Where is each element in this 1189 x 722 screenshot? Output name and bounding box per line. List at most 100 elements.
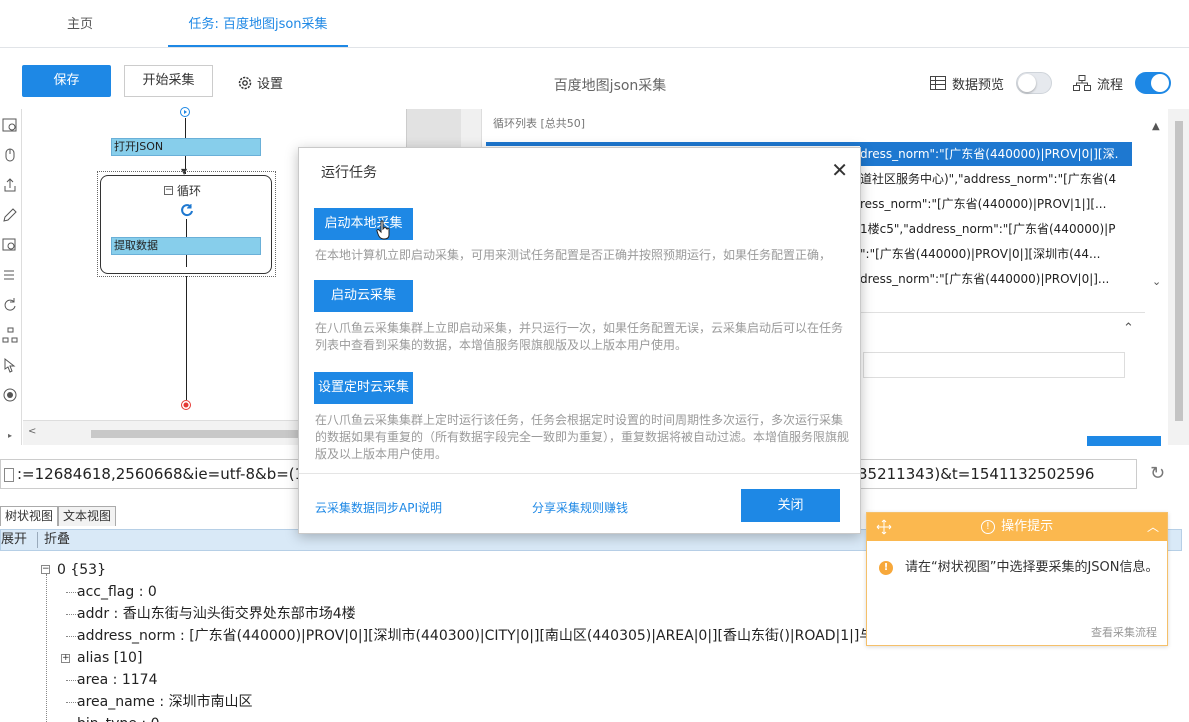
loop-row[interactable]: 1楼c5","address_norm":"[广东省(440000)|P: [860, 217, 1132, 241]
cursor-icon[interactable]: [2, 357, 18, 373]
tab-text-view[interactable]: 文本视图: [58, 506, 117, 526]
expand-button[interactable]: 展开: [1, 530, 27, 550]
view-flow-link[interactable]: 查看采集流程: [1091, 624, 1157, 640]
scroll-right-arrow[interactable]: ▸: [8, 431, 12, 440]
tree-item[interactable]: area_name : 深圳市南山区: [77, 691, 253, 713]
loop-row[interactable]: ":"[广东省(440000)|PROV|0|][深圳市(44...: [860, 242, 1132, 266]
tab-home[interactable]: 主页: [50, 0, 110, 45]
page-icon: [4, 467, 14, 482]
open-json-label: 打开JSON: [114, 140, 164, 153]
collapse-node-icon[interactable]: −: [41, 565, 50, 574]
loop-list-header: 循环列表 [总共50]: [493, 117, 586, 130]
tree-root[interactable]: 0 {53}: [57, 559, 106, 581]
collapse-icon[interactable]: −: [164, 186, 173, 195]
run-task-dialog: 运行任务 ✕ 启动本地采集 在本地计算机立即启动采集，可用来测试任务配置是否正确…: [298, 147, 861, 534]
settings-label: 设置: [257, 77, 284, 92]
cloud-collect-desc: 在八爪鱼云采集集群上立即启动采集，并只运行一次，如果任务配置无误，云采集启动后可…: [315, 321, 844, 352]
local-collect-desc: 在本地计算机立即启动采集，可用来测试任务配置是否正确并按照预期运行，如果任务配置…: [315, 248, 832, 262]
tip-message: 请在“树状视图”中选择要采集的JSON信息。: [905, 560, 1159, 575]
dialog-title: 运行任务: [321, 165, 377, 181]
move-icon[interactable]: [876, 519, 892, 535]
search-page-icon[interactable]: [2, 237, 18, 253]
tree-item[interactable]: bin_type : 0: [77, 713, 159, 722]
loop-icon[interactable]: [2, 297, 18, 313]
start-cloud-collect-button[interactable]: 启动云采集: [314, 280, 413, 312]
tab-task[interactable]: 任务: 百度地图json采集: [168, 0, 348, 47]
data-preview-label: 数据预览: [952, 77, 1005, 93]
close-icon[interactable]: ✕: [831, 158, 848, 182]
schedule-collect-desc: 在八爪鱼云采集集群上定时运行该任务，任务会根据定时设置的时间周期性多次运行，多次…: [315, 413, 850, 461]
tab-tree-view[interactable]: 树状视图: [0, 506, 59, 526]
tree-item[interactable]: address_norm : [广东省(440000)|PROV|0|][深圳市…: [77, 625, 867, 647]
loop-list-scrollbar[interactable]: ▲ ⌄: [1149, 121, 1167, 422]
share-rule-link[interactable]: 分享采集规则赚钱: [532, 499, 628, 516]
right-scrollbar[interactable]: [1168, 109, 1189, 445]
close-dialog-button[interactable]: 关闭: [741, 489, 840, 522]
confirm-button-edge[interactable]: [1087, 436, 1161, 446]
tip-header: ! 操作提示 ︿: [867, 513, 1167, 541]
scroll-up-arrow[interactable]: ▲: [1152, 121, 1160, 132]
end-node-icon: [181, 400, 191, 410]
scroll-left-arrow[interactable]: <: [28, 426, 36, 437]
extract-data-label: 提取数据: [114, 239, 158, 252]
edit-icon[interactable]: [2, 207, 18, 223]
view-tabs: 树状视图 文本视图: [0, 506, 117, 526]
settings-button[interactable]: 设置: [237, 73, 283, 92]
url-text-right: 35211343)&t=1541132502596: [858, 465, 1095, 483]
url-text-left: :=12684618,2560668&ie=utf-8&b=(1: [17, 465, 305, 483]
save-button[interactable]: 保存: [22, 65, 111, 97]
mouse-icon[interactable]: [2, 147, 18, 163]
chevron-up-icon[interactable]: ⌃: [1123, 321, 1134, 336]
data-preview-toggle-group: 数据预览: [930, 72, 1053, 94]
schedule-cloud-collect-button[interactable]: 设置定时云采集: [314, 372, 413, 404]
loop-row[interactable]: dress_norm":"[广东省(440000)|PROV|0|][深.: [860, 142, 1132, 166]
detail-input[interactable]: [863, 352, 1125, 378]
left-tool-strip: ▸: [0, 109, 22, 445]
loop-refresh-icon: [181, 204, 193, 217]
collapse-button[interactable]: 折叠: [44, 530, 70, 550]
scroll-down-arrow[interactable]: ⌄: [1152, 275, 1161, 288]
flow-toggle[interactable]: [1135, 72, 1172, 94]
operation-tip-panel: ! 操作提示 ︿ ! 请在“树状视图”中选择要采集的JSON信息。 查看采集流程: [866, 512, 1168, 646]
collapse-chevron-icon[interactable]: ︿: [1147, 513, 1159, 541]
flow-icon: [1073, 75, 1091, 91]
api-doc-link[interactable]: 云采集数据同步API说明: [315, 499, 442, 516]
warning-icon: !: [879, 561, 893, 575]
tab-bar: 主页 任务: 百度地图json采集: [0, 0, 1189, 48]
flow-label: 流程: [1097, 77, 1124, 93]
tree-item[interactable]: area : 1174: [77, 669, 158, 691]
loop-label: 循环: [177, 184, 202, 198]
loop-row[interactable]: 道社区服务中心)","address_norm":"[广东省(4: [860, 167, 1132, 191]
table-icon: [930, 76, 946, 90]
loop-node[interactable]: − 循环 提取数据: [100, 175, 272, 274]
loop-row[interactable]: ress_norm":"[广东省(440000)|PROV|1|][...: [860, 192, 1132, 216]
gear-icon: [238, 76, 252, 89]
tree-item[interactable]: alias [10]: [77, 647, 142, 669]
extract-data-node[interactable]: 提取数据: [111, 237, 261, 255]
list-icon[interactable]: [2, 267, 18, 283]
tip-title: 操作提示: [1001, 519, 1054, 534]
info-icon: !: [980, 519, 995, 534]
right-scroll-thumb[interactable]: [1175, 121, 1183, 421]
page-icon[interactable]: [2, 117, 18, 133]
flow-toggle-group: 流程: [1073, 72, 1172, 94]
expand-node-icon[interactable]: +: [61, 654, 70, 663]
open-json-node[interactable]: 打开JSON: [111, 138, 261, 156]
branch-icon[interactable]: [2, 327, 18, 343]
loop-row[interactable]: dress_norm":"[广东省(440000)|PROV|0|]...: [860, 267, 1132, 291]
hand-cursor-icon: [376, 220, 390, 240]
start-local-collect-button[interactable]: 启动本地采集: [314, 208, 413, 240]
target-icon[interactable]: [2, 387, 18, 403]
tree-item[interactable]: acc_flag : 0: [77, 581, 157, 603]
divider: [860, 312, 1145, 313]
scroll-thumb[interactable]: [91, 430, 311, 438]
toolbar: 保存 开始采集 设置 百度地图json采集 数据预览 流程: [0, 49, 1189, 109]
start-collect-button[interactable]: 开始采集: [124, 65, 213, 97]
upload-icon[interactable]: [2, 177, 18, 193]
loop-title: − 循环: [164, 182, 201, 199]
tree-item[interactable]: addr : 香山东街与汕头街交界处东部市场4楼: [77, 603, 356, 625]
page-title: 百度地图json采集: [553, 78, 667, 94]
data-preview-toggle[interactable]: [1016, 72, 1053, 94]
start-node-icon: [180, 107, 190, 117]
refresh-icon[interactable]: ↻: [1150, 463, 1165, 484]
